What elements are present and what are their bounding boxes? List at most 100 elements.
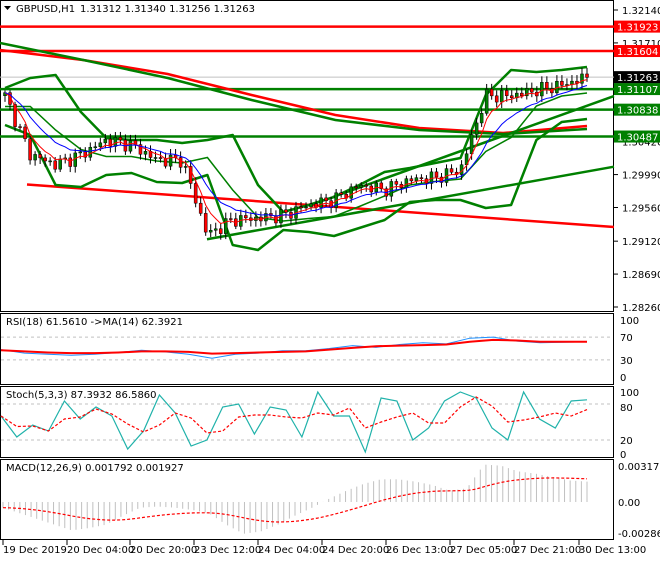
price-tick-label: 1.28690 — [622, 270, 660, 281]
candle-bull — [224, 218, 228, 234]
candle-bear — [419, 177, 424, 179]
candle-bull — [78, 151, 83, 154]
candle-bear — [23, 126, 27, 140]
candle-bear — [494, 95, 499, 103]
price-tick-label: 1.29120 — [622, 237, 660, 248]
candle-bull — [479, 113, 484, 124]
candle-bear — [203, 213, 208, 233]
candle-bear — [434, 171, 439, 178]
candle-bull — [499, 90, 504, 103]
candle-bear — [229, 218, 233, 220]
ohlc-values: 1.31312 1.31340 1.31256 1.31263 — [80, 4, 255, 15]
stoch-title: Stoch(5,3,3) 87.3932 86.5860 — [6, 390, 157, 401]
candle-bear — [43, 157, 47, 162]
candle-bear — [158, 157, 163, 159]
time-tick-label: 20 Dec 04:00 — [67, 545, 134, 556]
candle-bull — [540, 82, 544, 97]
time-tick-label: 24 Dec 04:00 — [258, 545, 325, 556]
candle-bull — [33, 154, 37, 161]
rsi-tick-label: 70 — [620, 333, 633, 344]
candle-bull — [469, 134, 474, 155]
candle-bull — [88, 146, 93, 158]
candle-bear — [284, 209, 288, 213]
macd-tick-label: -0.002861 — [618, 529, 660, 540]
time-tick-label: 26 Dec 13:00 — [386, 545, 453, 556]
candle-bear — [504, 90, 509, 96]
time-tick-label: 27 Dec 21:00 — [514, 545, 581, 556]
level-tag: 1.31107 — [617, 85, 658, 96]
rsi-tick-label: 100 — [620, 316, 639, 327]
price-tick-label: 1.32140 — [622, 6, 660, 17]
candle-bull — [208, 230, 213, 233]
time-tick-label: 30 Dec 13:00 — [579, 545, 646, 556]
candle-bull — [103, 138, 108, 144]
candle-bull — [93, 146, 98, 148]
candle-bull — [304, 206, 308, 209]
candle-bull — [98, 142, 103, 147]
rsi-tick-label: 30 — [620, 356, 633, 367]
stoch-tick-label: 0 — [620, 450, 626, 461]
time-tick-label: 27 Dec 05:00 — [450, 545, 517, 556]
candle-bear — [364, 184, 368, 187]
current-price-tag: 1.31263 — [617, 73, 658, 84]
price-tick-label: 1.28260 — [622, 303, 660, 314]
candle-bear — [18, 126, 22, 128]
candle-bear — [449, 168, 454, 173]
candle-bull — [319, 197, 323, 208]
candle-bull — [153, 157, 158, 159]
candle-bull — [359, 184, 363, 188]
stoch-tick-label: 100 — [620, 388, 639, 399]
candle-bear — [545, 82, 549, 89]
candle-bull — [183, 166, 188, 168]
candle-bear — [489, 88, 494, 97]
candle-bear — [560, 80, 564, 86]
time-tick-label: 24 Dec 20:00 — [322, 545, 389, 556]
candle-bear — [394, 181, 399, 185]
candle-bear — [68, 157, 72, 167]
candle-bear — [178, 157, 183, 168]
candle-bull — [143, 151, 148, 155]
candle-bull — [404, 178, 409, 188]
rsi-tick-label: 0 — [620, 373, 626, 384]
candle-bear — [339, 192, 343, 195]
candle-bear — [118, 137, 123, 141]
rsi-title: RSI(18) 61.5610 ->MA(14) 62.3921 — [6, 317, 183, 328]
candle-bear — [198, 202, 203, 214]
candle-bear — [324, 197, 328, 201]
candle-bull — [474, 122, 479, 135]
candle-bear — [509, 95, 514, 99]
candle-bull — [113, 137, 118, 147]
trading-chart[interactable]: 1.321401.317101.312801.304201.299901.295… — [0, 0, 660, 560]
candle-bear — [409, 178, 414, 182]
symbol-label: GBPUSD,H1 — [16, 4, 75, 15]
candle-bull — [309, 203, 313, 208]
candle-bull — [168, 154, 173, 167]
candle-bull — [414, 177, 419, 182]
candle-bear — [163, 158, 168, 167]
time-tick-label: 19 Dec 2019 — [3, 545, 67, 556]
level-tag: 1.30487 — [617, 133, 658, 144]
level-tag: 1.31604 — [617, 47, 658, 58]
candle-bear — [585, 73, 589, 78]
time-tick-label: 20 Dec 20:00 — [130, 545, 197, 556]
stoch-tick-label: 20 — [620, 436, 633, 447]
candle-bear — [530, 88, 534, 93]
level-tag: 1.31923 — [617, 23, 658, 34]
candle-bear — [354, 186, 358, 189]
candle-bear — [244, 215, 248, 219]
candle-bull — [213, 228, 218, 231]
candle-bull — [48, 160, 52, 163]
candle-bull — [128, 140, 133, 152]
candle-bear — [53, 160, 57, 170]
candle-bull — [349, 186, 353, 199]
macd-tick-label: 0.00 — [618, 498, 640, 509]
price-tick-label: 1.29560 — [622, 203, 660, 214]
price-tick-label: 1.29990 — [622, 171, 660, 182]
candle-bear — [520, 92, 524, 97]
time-tick-label: 23 Dec 12:00 — [194, 545, 261, 556]
macd-title: MACD(12,26,9) 0.001792 0.001927 — [6, 463, 184, 474]
candle-bear — [38, 154, 42, 159]
candle-bear — [299, 206, 303, 209]
macd-tick-label: 0.003173 — [618, 462, 660, 473]
level-tag: 1.30838 — [617, 106, 658, 117]
